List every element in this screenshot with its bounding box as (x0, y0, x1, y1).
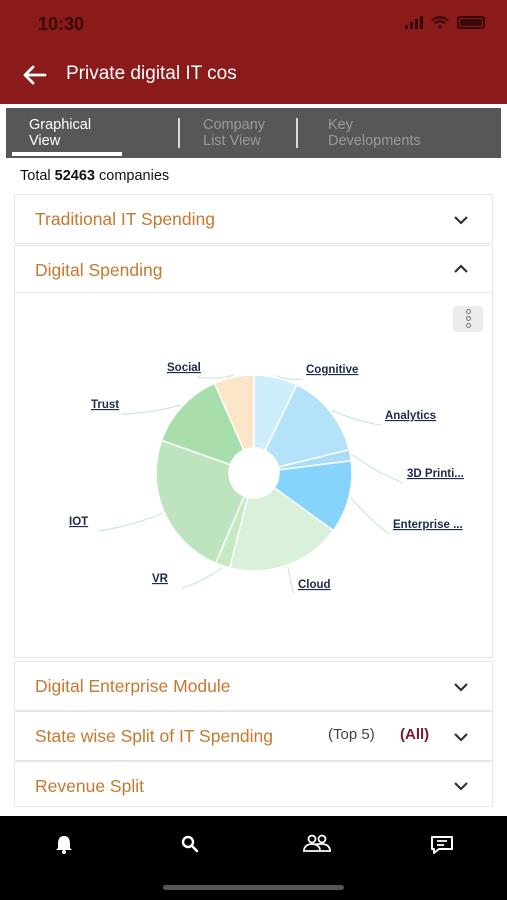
chart-menu-button[interactable] (453, 306, 483, 332)
tab-company-line1: Company (203, 117, 266, 133)
tab-key-line1: Key (328, 117, 353, 133)
tab-divider (178, 118, 180, 148)
section-title-state: State wise Split of IT Spending (35, 726, 274, 746)
wifi-icon (431, 16, 449, 29)
tab-graphical-view[interactable]: Graphical View (29, 117, 91, 149)
tab-graphical-line2: View (29, 133, 61, 149)
home-indicator (163, 885, 344, 890)
chevron-down-icon[interactable] (452, 681, 470, 693)
people-icon[interactable] (297, 830, 337, 858)
section-title-revenue: Revenue Split (35, 776, 144, 796)
state-all-toggle[interactable]: (All) (400, 726, 429, 743)
signal-icon (405, 16, 423, 29)
battery-icon (457, 16, 485, 29)
back-arrow-icon[interactable] (20, 60, 50, 90)
section-title-digital: Digital Spending (35, 260, 163, 280)
chat-icon[interactable] (422, 830, 462, 858)
total-companies: Total 52463 companies (20, 168, 169, 184)
section-revenue-split[interactable]: Revenue Split (14, 761, 493, 807)
search-icon[interactable] (170, 830, 210, 858)
section-traditional-it[interactable]: Traditional IT Spending (14, 194, 493, 244)
total-count: 52463 (54, 168, 95, 184)
tab-key-developments[interactable]: Key Developments (328, 117, 421, 149)
page-title: Private digital IT cos (66, 63, 237, 84)
tab-graphical-line1: Graphical (29, 117, 92, 133)
tab-company-line2: List View (203, 133, 261, 149)
section-title-traditional: Traditional IT Spending (35, 209, 215, 229)
chevron-up-icon[interactable] (452, 263, 470, 275)
section-digital-spending[interactable]: Digital Spending (14, 245, 493, 293)
state-top5-toggle[interactable]: (Top 5) (328, 726, 375, 743)
total-prefix: Total (20, 168, 51, 184)
chevron-down-icon[interactable] (452, 731, 470, 743)
view-tabs: Graphical View Company List View Key Dev… (6, 108, 501, 158)
status-icons (405, 16, 485, 29)
chevron-down-icon[interactable] (452, 780, 470, 792)
tab-company-list-view[interactable]: Company List View (203, 117, 265, 149)
tab-divider (296, 118, 298, 148)
tab-key-line2: Developments (328, 133, 421, 149)
chevron-down-icon[interactable] (452, 214, 470, 226)
active-tab-indicator (12, 152, 122, 156)
digital-spending-chart-panel (14, 292, 493, 658)
total-suffix: companies (99, 168, 170, 184)
bell-icon[interactable] (44, 830, 84, 858)
section-title-enterprise: Digital Enterprise Module (35, 676, 231, 696)
section-digital-enterprise[interactable]: Digital Enterprise Module (14, 661, 493, 711)
status-time: 10:30 (38, 14, 85, 34)
